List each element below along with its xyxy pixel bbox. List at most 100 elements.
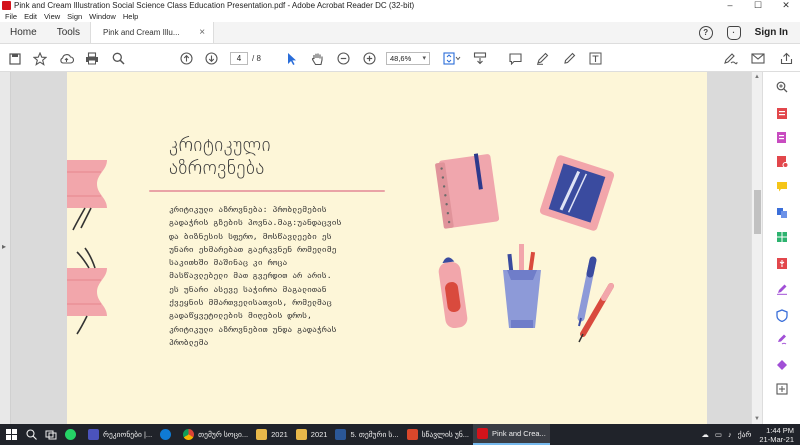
menu-help[interactable]: Help xyxy=(123,12,138,21)
create-pdf-icon[interactable] xyxy=(775,106,789,120)
slide-heading-line2: აზროვნება xyxy=(169,157,265,179)
taskbar-item-chrome[interactable]: თემურ სოცი... xyxy=(179,424,252,445)
body-line: საკითხში მაშინაც კი როცა xyxy=(169,257,288,268)
menu-sign[interactable]: Sign xyxy=(67,12,82,21)
tab-document[interactable]: Pink and Cream Illu... × xyxy=(90,22,215,43)
protect-shield-icon[interactable] xyxy=(775,308,789,322)
binder-clip-top-illustration xyxy=(67,160,107,231)
slide-body-text: კრიტიკული აზროვნება: პრობლემების გადაჭრი… xyxy=(169,203,389,349)
hand-pan-icon[interactable] xyxy=(310,51,324,66)
body-line: ეს უნარი ასევე საჭიროა მაგალითან xyxy=(169,283,327,294)
print-icon[interactable] xyxy=(84,51,100,66)
window-title: Pink and Cream Illustration Social Scien… xyxy=(14,1,415,10)
document-tab-label: Pink and Cream Illu... xyxy=(103,28,180,37)
taskbar-item-acrobat[interactable]: Pink and Crea... xyxy=(473,424,550,445)
fit-page-icon[interactable] xyxy=(442,51,462,66)
highlight-pen-icon[interactable] xyxy=(535,51,549,66)
menu-file[interactable]: File xyxy=(5,12,17,21)
sign-in-button[interactable]: Sign In xyxy=(755,27,788,38)
taskbar-item-teams[interactable]: რეკიონები |... xyxy=(84,424,156,445)
expand-left-panel-icon: ▸ xyxy=(2,242,7,251)
edge-icon xyxy=(160,429,172,440)
save-icon[interactable] xyxy=(8,51,22,66)
previous-page-icon[interactable] xyxy=(179,51,193,66)
comment-tool-icon[interactable] xyxy=(775,180,789,194)
sign-pen-icon[interactable] xyxy=(722,51,738,66)
zoom-out-icon[interactable] xyxy=(336,51,350,66)
body-line: მასწავლებელი მათ გვერდით არ არის. xyxy=(169,270,332,281)
slide-heading-line1: კრიტიკული xyxy=(169,134,271,156)
toolbar: 4 / 8 48,6% ▾ xyxy=(0,45,800,72)
pencil-cup-illustration xyxy=(503,244,541,328)
right-tools-panel xyxy=(762,72,800,424)
comment-icon[interactable] xyxy=(508,51,522,66)
send-track-icon[interactable] xyxy=(775,382,789,396)
chevron-down-icon: ▾ xyxy=(422,55,426,62)
menu-edit[interactable]: Edit xyxy=(24,12,37,21)
taskbar-item-label: თემურ სოცი... xyxy=(198,430,249,439)
scroll-down-arrow-icon[interactable]: ▼ xyxy=(754,416,760,422)
menu-window[interactable]: Window xyxy=(89,12,116,21)
page-number-input[interactable]: 4 xyxy=(230,52,248,65)
zoom-level-select[interactable]: 48,6% ▾ xyxy=(386,52,430,65)
more-tools-icon[interactable] xyxy=(775,358,789,372)
volume-icon[interactable]: ♪ xyxy=(728,430,732,439)
close-window-button[interactable]: ✕ xyxy=(772,0,800,11)
whatsapp-icon[interactable] xyxy=(61,424,84,445)
taskbar-item-powerpoint[interactable]: სწავლის უნ... xyxy=(403,424,473,445)
organize-pages-icon[interactable] xyxy=(775,230,789,244)
scrollbar-thumb[interactable] xyxy=(754,190,761,234)
edit-pdf-icon[interactable] xyxy=(775,154,789,168)
export-pdf-icon[interactable] xyxy=(775,130,789,144)
acrobat-icon xyxy=(477,428,489,439)
scroll-up-arrow-icon[interactable]: ▲ xyxy=(754,74,760,80)
cloud-icon[interactable]: ☁ xyxy=(701,430,709,439)
close-tab-icon[interactable]: × xyxy=(199,27,205,38)
draw-pencil-icon[interactable] xyxy=(562,51,576,66)
next-page-icon[interactable] xyxy=(204,51,218,66)
combine-files-icon[interactable] xyxy=(775,206,789,220)
word-icon xyxy=(335,429,347,440)
clock[interactable]: 1:44 PM 21-Mar-21 xyxy=(759,426,794,444)
tab-home[interactable]: Home xyxy=(0,22,47,43)
tablet-illustration xyxy=(539,155,615,231)
body-line: გადაწყვეტილების მიღების დროს, xyxy=(169,310,312,321)
request-signature-icon[interactable] xyxy=(775,332,789,346)
taskbar-item-word[interactable]: 5. თემური ს... xyxy=(331,424,402,445)
help-icon[interactable]: ? xyxy=(698,25,713,40)
maximize-button[interactable]: ☐ xyxy=(744,0,772,11)
add-text-icon[interactable] xyxy=(588,51,602,66)
vertical-scrollbar[interactable]: ▲ ▼ xyxy=(751,72,762,424)
upload-share-icon[interactable] xyxy=(778,51,794,66)
share-email-icon[interactable] xyxy=(750,51,766,66)
powerpoint-icon xyxy=(406,429,418,440)
scrolling-mode-icon[interactable] xyxy=(472,51,488,66)
zoom-in-icon[interactable] xyxy=(362,51,376,66)
network-icon[interactable]: ▭ xyxy=(715,430,722,439)
left-panel-toggle[interactable]: ▸ xyxy=(0,72,11,424)
notifications-bell-icon[interactable]: · xyxy=(726,25,741,40)
body-line: გადაჭრის გზების პოვნა.მაგ:უანდაცვის xyxy=(169,217,342,228)
compress-pdf-icon[interactable] xyxy=(775,256,789,270)
taskbar-item-folder-2[interactable]: 2021 xyxy=(292,424,332,445)
body-line: და ბიზნესის სფერო, მოსწავლეები ეს xyxy=(169,230,332,241)
clock-date: 21-Mar-21 xyxy=(759,434,794,444)
search-tool-icon[interactable] xyxy=(775,80,789,94)
folder-icon xyxy=(295,429,307,440)
cloud-upload-icon[interactable] xyxy=(58,51,74,66)
taskbar-item-folder-1[interactable]: 2021 xyxy=(252,424,292,445)
acrobat-app-icon xyxy=(2,1,11,10)
fill-sign-icon[interactable] xyxy=(775,282,789,296)
search-taskbar-icon[interactable] xyxy=(22,424,41,445)
tab-tools[interactable]: Tools xyxy=(47,22,90,43)
document-viewer[interactable]: კრიტიკული აზროვნება კრიტიკული აზროვნება:… xyxy=(11,72,751,424)
select-cursor-icon[interactable] xyxy=(285,51,299,66)
find-search-icon[interactable] xyxy=(110,51,126,66)
windows-start-icon[interactable] xyxy=(0,424,22,445)
menu-view[interactable]: View xyxy=(44,12,60,21)
input-language[interactable]: ქარ xyxy=(738,430,752,439)
task-view-icon[interactable] xyxy=(41,424,61,445)
taskbar-item-edge[interactable] xyxy=(156,424,179,445)
minimize-button[interactable]: – xyxy=(716,0,744,11)
bookmark-star-icon[interactable] xyxy=(32,51,48,66)
